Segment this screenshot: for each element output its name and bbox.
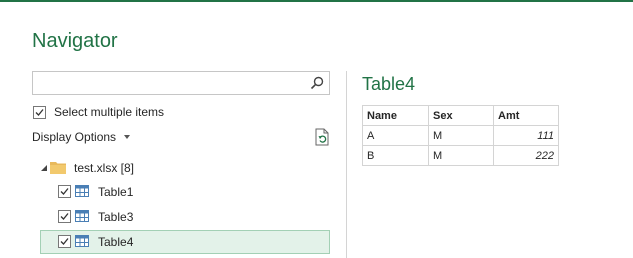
preview-table: Name Sex Amt A M 111 B M 222 xyxy=(362,105,559,166)
table4-checkbox[interactable] xyxy=(58,235,71,248)
table3-label: Table3 xyxy=(98,210,134,224)
tree-item-table3[interactable]: Table3 xyxy=(40,205,330,229)
table-cell: A xyxy=(362,125,429,146)
table-icon xyxy=(75,210,89,222)
refresh-preview-icon[interactable] xyxy=(314,128,330,146)
select-multiple-label: Select multiple items xyxy=(54,105,165,119)
search-icon[interactable] xyxy=(309,75,325,91)
table-cell: 111 xyxy=(493,125,559,146)
table-cell: M xyxy=(428,125,494,146)
search-input[interactable] xyxy=(37,73,311,95)
preview-title: Table4 xyxy=(362,74,416,94)
table1-label: Table1 xyxy=(98,185,134,199)
table3-checkbox[interactable] xyxy=(58,210,71,223)
pane-divider[interactable] xyxy=(346,71,347,258)
table-cell: B xyxy=(362,145,429,166)
check-icon xyxy=(60,213,69,220)
column-header[interactable]: Sex xyxy=(428,105,494,126)
caret-down-icon xyxy=(124,135,131,139)
select-multiple-items[interactable]: Select multiple items xyxy=(33,104,164,120)
expand-triangle-icon[interactable] xyxy=(40,164,48,172)
display-options-label: Display Options xyxy=(32,130,117,144)
check-icon xyxy=(60,188,69,195)
table-icon xyxy=(75,235,89,247)
table-cell: 222 xyxy=(493,145,559,166)
folder-icon xyxy=(50,162,66,174)
search-box[interactable] xyxy=(32,71,330,95)
tree-item-file[interactable]: test.xlsx [8] xyxy=(40,156,330,180)
table-icon xyxy=(75,185,89,197)
table-header-row: Name Sex Amt xyxy=(362,105,559,126)
file-label: test.xlsx [8] xyxy=(74,161,135,175)
tree-item-table1[interactable]: Table1 xyxy=(40,180,330,204)
top-accent-bar xyxy=(0,0,633,2)
check-icon xyxy=(35,108,44,116)
table-cell: M xyxy=(428,145,494,166)
display-options-button[interactable]: Display Options xyxy=(32,130,131,144)
table-row: A M 111 xyxy=(362,125,559,146)
table1-checkbox[interactable] xyxy=(58,185,71,198)
check-icon xyxy=(60,238,69,245)
dialog-title: Navigator xyxy=(32,30,118,52)
column-header[interactable]: Amt xyxy=(493,105,559,126)
tree-item-table4[interactable]: Table4 xyxy=(40,230,330,254)
select-multiple-checkbox[interactable] xyxy=(33,105,46,119)
table4-label: Table4 xyxy=(98,235,134,249)
column-header[interactable]: Name xyxy=(362,105,429,126)
table-row: B M 222 xyxy=(362,145,559,166)
